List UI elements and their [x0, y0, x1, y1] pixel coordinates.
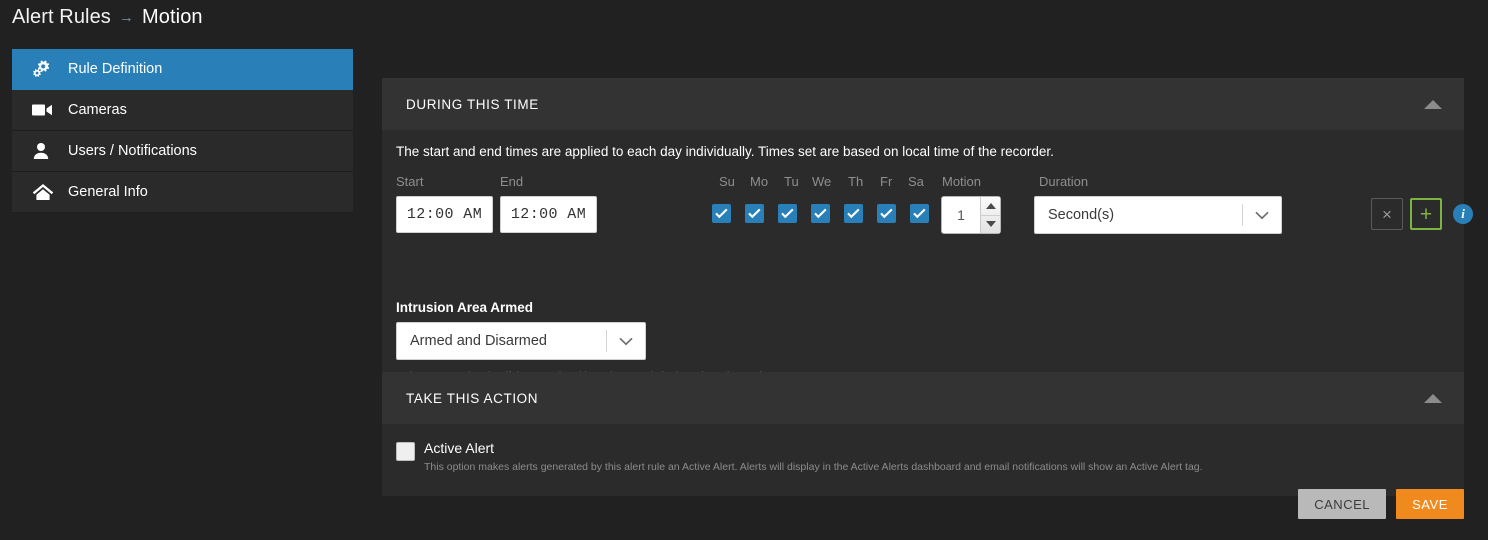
info-icon[interactable]: i [1453, 204, 1473, 224]
label-day-sa: Sa [908, 174, 924, 189]
active-alert-help-text: This option makes alerts generated by th… [424, 461, 1203, 473]
day-checkbox-su[interactable] [712, 204, 731, 223]
label-day-we: We [812, 174, 832, 189]
user-icon [32, 141, 58, 161]
sidebar-item-general-info[interactable]: General Info [12, 172, 353, 213]
day-checkbox-th[interactable] [844, 204, 863, 223]
sidebar-item-label: Rule Definition [68, 61, 163, 77]
schedule-row: 12:00 AM 12:00 AM 1 Second(s) × + i [396, 196, 1473, 236]
day-checkbox-mo[interactable] [745, 204, 764, 223]
motion-count-value[interactable]: 1 [942, 197, 980, 233]
label-duration: Duration [1039, 174, 1089, 189]
sidebar-nav: Rule Definition Cameras Users / Notifica… [12, 49, 353, 213]
label-motion: Motion [942, 174, 982, 189]
label-day-tu: Tu [784, 174, 799, 189]
active-alert-checkbox[interactable] [396, 442, 415, 461]
label-day-mo: Mo [750, 174, 769, 189]
sidebar-item-rule-definition[interactable]: Rule Definition [12, 49, 353, 90]
motion-count-stepper[interactable]: 1 [941, 196, 1001, 234]
sidebar-item-label: General Info [68, 184, 148, 200]
label-end: End [500, 174, 524, 189]
stepper-buttons [980, 197, 1000, 233]
label-day-su: Su [719, 174, 735, 189]
add-schedule-button[interactable]: + [1410, 198, 1442, 230]
gears-icon [32, 59, 58, 79]
camera-icon [32, 100, 58, 120]
chevron-up-icon[interactable] [1424, 393, 1442, 403]
label-start: Start [396, 174, 424, 189]
breadcrumb-root[interactable]: Alert Rules [12, 6, 111, 29]
sidebar-item-label: Users / Notifications [68, 143, 197, 159]
triangle-up-icon [985, 202, 996, 209]
during-panel-header[interactable]: DURING THIS TIME [382, 78, 1464, 130]
intrusion-area-armed-value: Armed and Disarmed [410, 333, 547, 349]
day-checkbox-we[interactable] [811, 204, 830, 223]
action-panel-header[interactable]: TAKE THIS ACTION [382, 372, 1464, 424]
sidebar-item-label: Cameras [68, 102, 127, 118]
chevron-down-icon[interactable] [1243, 211, 1281, 220]
stepper-down-button[interactable] [981, 216, 1000, 234]
duration-unit-select[interactable]: Second(s) [1034, 196, 1282, 234]
sidebar-item-cameras[interactable]: Cameras [12, 90, 353, 131]
remove-schedule-button[interactable]: × [1371, 198, 1403, 230]
label-day-fr: Fr [880, 174, 893, 189]
breadcrumb-leaf: Motion [142, 6, 203, 28]
chevron-up-icon[interactable] [1424, 99, 1442, 109]
during-this-time-panel: DURING THIS TIME The start and end times… [382, 78, 1473, 382]
day-checkbox-tu[interactable] [778, 204, 797, 223]
home-icon [32, 182, 58, 202]
cancel-button[interactable]: CANCEL [1298, 489, 1386, 519]
save-button[interactable]: SAVE [1396, 489, 1464, 519]
footer-actions: CANCEL SAVE [1298, 489, 1464, 519]
stepper-up-button[interactable] [981, 197, 1000, 216]
action-panel-body: Active Alert This option makes alerts ge… [382, 424, 1464, 496]
day-checkbox-fr[interactable] [877, 204, 896, 223]
helper-text: The start and end times are applied to e… [396, 144, 1054, 159]
during-panel-body: The start and end times are applied to e… [382, 130, 1473, 382]
active-alert-label: Active Alert [424, 440, 495, 456]
day-checkbox-sa[interactable] [910, 204, 929, 223]
label-day-th: Th [848, 174, 864, 189]
take-this-action-panel: TAKE THIS ACTION Active Alert This optio… [382, 372, 1464, 496]
chevron-down-icon[interactable] [607, 337, 645, 346]
triangle-down-icon [985, 221, 996, 228]
breadcrumb: Alert Rules → Motion [12, 6, 203, 29]
duration-unit-value: Second(s) [1048, 207, 1115, 223]
intrusion-area-armed-select[interactable]: Armed and Disarmed [396, 322, 646, 360]
breadcrumb-arrow-icon: → [118, 9, 135, 26]
panel-title: TAKE THIS ACTION [406, 390, 539, 406]
sidebar-item-users-notifications[interactable]: Users / Notifications [12, 131, 353, 172]
column-labels: Start End Su Mo Tu We Th Fr Sa Motion Du… [396, 174, 1446, 190]
start-time-input[interactable]: 12:00 AM [396, 196, 493, 233]
panel-title: DURING THIS TIME [406, 96, 539, 112]
end-time-input[interactable]: 12:00 AM [500, 196, 597, 233]
intrusion-area-armed-label: Intrusion Area Armed [396, 300, 534, 315]
